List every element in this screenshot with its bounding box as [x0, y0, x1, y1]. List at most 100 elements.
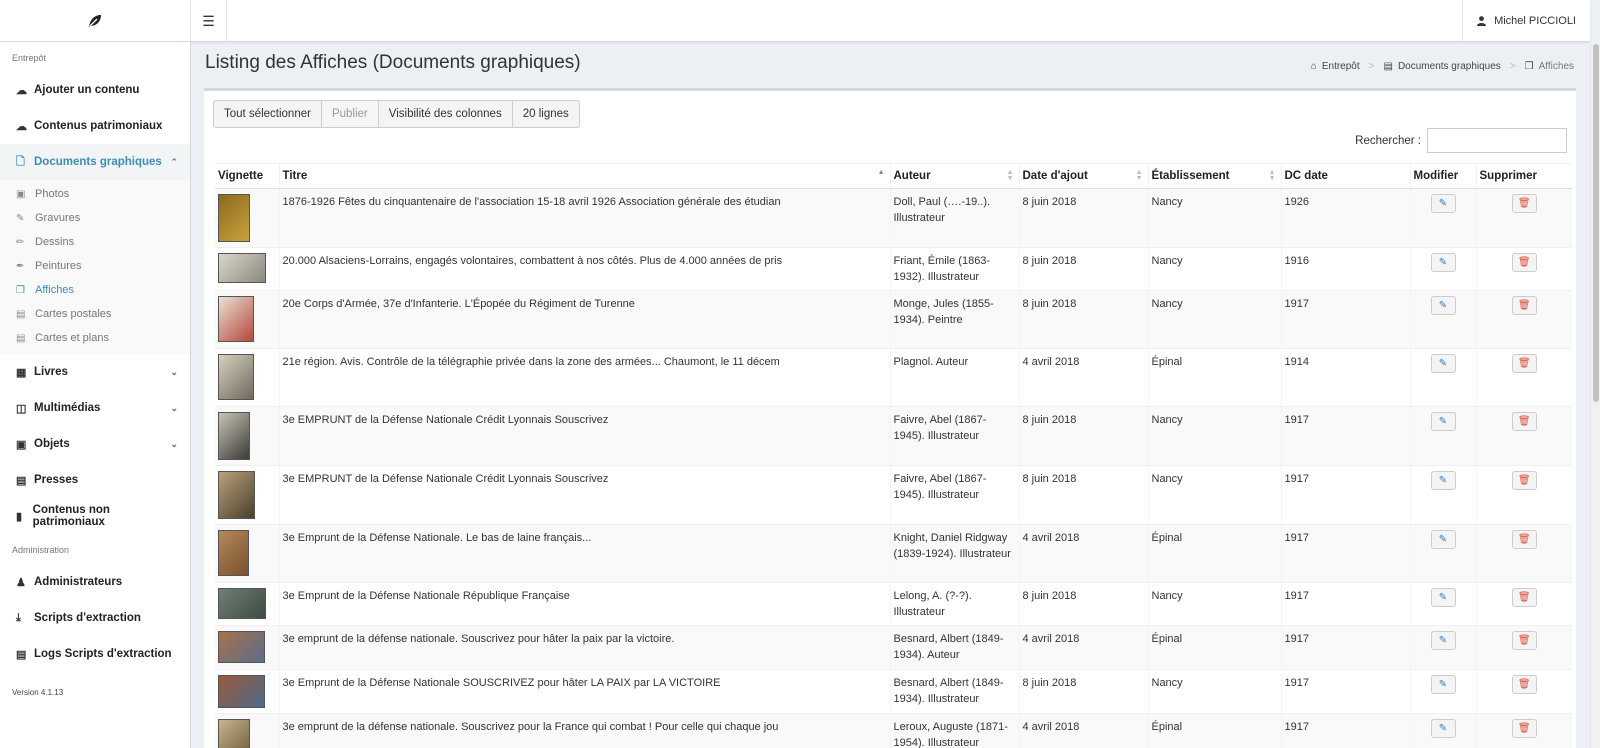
delete-button[interactable]: 🗑	[1511, 719, 1537, 738]
table-row[interactable]: 3e Emprunt de la Défense Nationale Répub…	[215, 582, 1572, 626]
edit-button[interactable]: ✎	[1430, 471, 1456, 490]
edit-button[interactable]: ✎	[1430, 588, 1456, 607]
hamburger-icon: ☰	[202, 12, 215, 29]
table-row[interactable]: 3e Emprunt de la Défense Nationale SOUSC…	[215, 669, 1572, 714]
logo[interactable]	[0, 0, 191, 42]
search-input[interactable]	[1427, 128, 1567, 153]
user-menu[interactable]: Michel PICCIOLI	[1462, 0, 1590, 42]
delete-button[interactable]: 🗑	[1511, 194, 1537, 213]
delete-cell: 🗑	[1475, 188, 1572, 248]
table-row[interactable]: 3e EMPRUNT de la Défense Nationale Crédi…	[215, 465, 1572, 525]
thumbnail-cell	[215, 348, 279, 407]
delete-button[interactable]: 🗑	[1511, 631, 1537, 650]
column-header-auteur[interactable]: Auteur ▲ ▼	[889, 163, 1019, 189]
poster-thumbnail[interactable]	[218, 675, 265, 708]
sidebar-item-livres[interactable]: ▦ Livres ⌄	[0, 354, 190, 390]
thumbnail-cell	[215, 524, 279, 583]
column-visibility-button[interactable]: Visibilité des colonnes	[377, 100, 513, 128]
poster-thumbnail[interactable]	[218, 530, 249, 576]
column-header-etablissement[interactable]: Établissement ▲ ▼	[1147, 163, 1281, 189]
edit-cell: ✎	[1409, 290, 1476, 349]
delete-button[interactable]: 🗑	[1511, 471, 1537, 490]
sidebar-subitem-affiches[interactable]: ❐ Affiches	[0, 278, 190, 302]
sidebar-item-multimedias[interactable]: ◫ Multimédias ⌄	[0, 390, 190, 426]
sidebar-subitem-photos[interactable]: ▣ Photos	[0, 182, 190, 206]
delete-button[interactable]: 🗑	[1511, 675, 1537, 694]
delete-button[interactable]: 🗑	[1511, 412, 1537, 431]
edit-button[interactable]: ✎	[1430, 194, 1456, 213]
edit-button[interactable]: ✎	[1430, 412, 1456, 431]
date-added-cell: 8 juin 2018	[1018, 465, 1148, 525]
edit-button[interactable]: ✎	[1430, 631, 1456, 650]
edit-button[interactable]: ✎	[1430, 253, 1456, 272]
page-scrollbar[interactable]	[1590, 42, 1600, 748]
sidebar-item-administrateurs[interactable]: ♟ Administrateurs	[0, 564, 190, 600]
table-row[interactable]: 21e région. Avis. Contrôle de la télégra…	[215, 348, 1572, 407]
poster-thumbnail[interactable]	[218, 471, 255, 519]
affiches-table: Vignette Titre ▲ Auteur ▲ ▼ Date d'ajout ▲ ▼ …	[215, 163, 1572, 748]
sidebar-subitem-gravures[interactable]: ✎ Gravures	[0, 206, 190, 230]
publish-button[interactable]: Publier	[320, 100, 379, 128]
column-header-titre[interactable]: Titre ▲	[278, 163, 890, 189]
sidebar-section-entrepot: Entrepôt	[12, 53, 47, 63]
download-icon: ⤓	[16, 611, 21, 624]
sidebar-item-documents-graphiques[interactable]: 🗋 Documents graphiques ⌃	[0, 144, 190, 180]
select-all-button[interactable]: Tout sélectionner	[213, 100, 322, 128]
title-cell: 3e Emprunt de la Défense Nationale SOUSC…	[278, 669, 890, 714]
title-cell: 3e Emprunt de la Défense Nationale. Le b…	[278, 524, 890, 583]
table-row[interactable]: 3e Emprunt de la Défense Nationale. Le b…	[215, 524, 1572, 583]
poster-thumbnail[interactable]	[218, 631, 265, 663]
table-row[interactable]: 20.000 Alsaciens-Lorrains, engagés volon…	[215, 247, 1572, 291]
delete-button[interactable]: 🗑	[1511, 530, 1537, 549]
sidebar-subitem-peintures[interactable]: ✒ Peintures	[0, 254, 190, 278]
poster-thumbnail[interactable]	[218, 354, 254, 400]
edit-button[interactable]: ✎	[1430, 719, 1456, 738]
poster-thumbnail[interactable]	[218, 194, 250, 242]
establishment-cell: Nancy	[1147, 188, 1281, 248]
delete-button[interactable]: 🗑	[1511, 253, 1537, 272]
table-row[interactable]: 3e EMPRUNT de la Défense Nationale Crédi…	[215, 406, 1572, 466]
poster-thumbnail[interactable]	[218, 719, 250, 748]
edit-button[interactable]: ✎	[1430, 675, 1456, 694]
edit-button[interactable]: ✎	[1430, 530, 1456, 549]
sidebar-item-label: Contenus non patrimoniaux	[32, 504, 110, 528]
page-length-button[interactable]: 20 lignes	[511, 100, 580, 128]
sidebar-item-ajouter[interactable]: ☁ Ajouter un contenu	[0, 72, 190, 108]
sidebar-item-logs-scripts[interactable]: ▤ Logs Scripts d'extraction	[0, 636, 190, 672]
sidebar-item-label: Documents graphiques	[34, 156, 162, 168]
poster-thumbnail[interactable]	[218, 412, 250, 460]
sidebar-item-label: Livres	[34, 366, 68, 378]
table-row[interactable]: 3e emprunt de la défense nationale. Sous…	[215, 625, 1572, 670]
edit-cell: ✎	[1409, 465, 1476, 525]
delete-button[interactable]: 🗑	[1511, 588, 1537, 607]
copy-icon: ❐	[16, 284, 25, 296]
newspaper-icon: ▤	[16, 474, 27, 487]
sidebar-item-label: Logs Scripts d'extraction	[34, 648, 172, 660]
sidebar-item-objets[interactable]: ▣ Objets ⌄	[0, 426, 190, 462]
edit-button[interactable]: ✎	[1430, 296, 1456, 315]
table-row[interactable]: 3e emprunt de la défense nationale. Sous…	[215, 713, 1572, 748]
table-row[interactable]: 1876-1926 Fêtes du cinquantenaire de l'a…	[215, 188, 1572, 248]
poster-thumbnail[interactable]	[218, 588, 266, 619]
title-cell: 3e emprunt de la défense nationale. Sous…	[278, 713, 890, 748]
table-row[interactable]: 20e Corps d'Armée, 37e d'Infanterie. L'É…	[215, 290, 1572, 349]
establishment-cell: Épinal	[1147, 625, 1281, 670]
breadcrumb-entrepot[interactable]: Entrepôt	[1322, 61, 1360, 72]
sidebar-item-presses[interactable]: ▤ Presses	[0, 462, 190, 498]
poster-thumbnail[interactable]	[218, 253, 266, 283]
sidebar-item-contenus-non-patrimoniaux[interactable]: ▮ Contenus non patrimoniaux	[0, 498, 190, 534]
column-header-date-ajout[interactable]: Date d'ajout ▲ ▼	[1018, 163, 1148, 189]
sidebar-subitem-dessins[interactable]: ✏ Dessins	[0, 230, 190, 254]
delete-button[interactable]: 🗑	[1511, 296, 1537, 315]
sidebar-item-scripts[interactable]: ⤓ Scripts d'extraction	[0, 600, 190, 636]
edit-button[interactable]: ✎	[1430, 354, 1456, 373]
sidebar-item-contenus-patrimoniaux[interactable]: ☁ Contenus patrimoniaux	[0, 108, 190, 144]
scrollbar-thumb[interactable]	[1593, 44, 1599, 402]
sidebar-toggle-button[interactable]: ☰	[191, 0, 227, 42]
poster-thumbnail[interactable]	[218, 296, 254, 342]
breadcrumb-documents-graphiques[interactable]: Documents graphiques	[1398, 61, 1501, 72]
delete-button[interactable]: 🗑	[1511, 354, 1537, 373]
sidebar-subitem-cartes-postales[interactable]: ▤ Cartes postales	[0, 302, 190, 326]
file-text-icon: ▤	[16, 648, 27, 661]
sidebar-subitem-cartes-plans[interactable]: ▤ Cartes et plans	[0, 326, 190, 350]
